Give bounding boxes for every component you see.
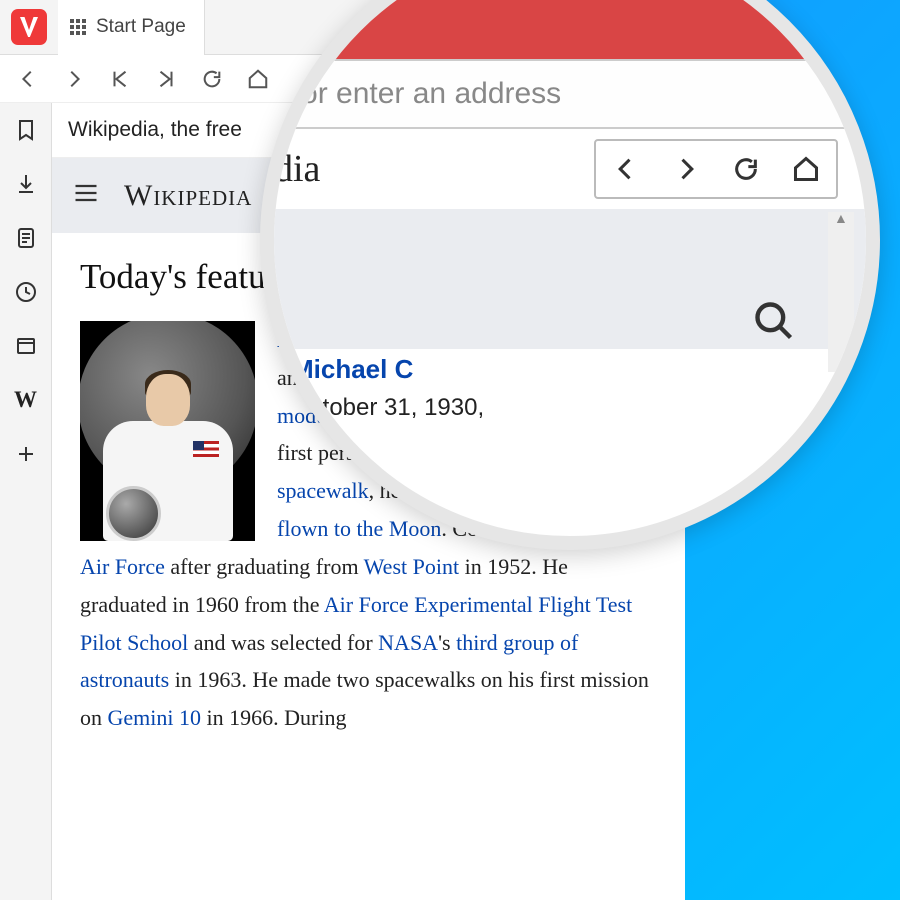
flag-patch-icon xyxy=(193,441,219,457)
fast-forward-button[interactable] xyxy=(154,67,178,91)
address-placeholder: h or enter an address xyxy=(276,77,561,111)
featured-image[interactable] xyxy=(80,321,255,541)
mag-back-button[interactable] xyxy=(596,141,656,197)
apps-grid-icon xyxy=(70,19,86,35)
add-panel-button[interactable] xyxy=(13,441,39,467)
mag-titlebar xyxy=(274,0,866,59)
notes-icon[interactable] xyxy=(13,225,39,251)
mag-forward-button[interactable] xyxy=(656,141,716,197)
scrollbar[interactable] xyxy=(828,212,854,372)
vivaldi-logo-icon[interactable] xyxy=(11,9,47,45)
link-gemini-10[interactable]: Gemini 10 xyxy=(108,705,202,730)
tab-strip: Start Page xyxy=(58,0,205,54)
hamburger-menu-icon[interactable] xyxy=(72,179,100,212)
mag-body-text: October 31, 1930, xyxy=(292,394,484,422)
magnifier-overlay: h or enter an address dia Michael C Octo… xyxy=(260,0,880,550)
mag-wiki-header xyxy=(274,209,866,349)
side-panel: W xyxy=(0,103,52,900)
breadcrumb-text: Wikipedia, the free xyxy=(68,118,242,142)
home-button[interactable] xyxy=(246,67,270,91)
mag-wordmark-fragment: dia xyxy=(274,147,320,191)
bookmarks-icon[interactable] xyxy=(13,117,39,143)
search-icon[interactable] xyxy=(752,299,796,348)
history-icon[interactable] xyxy=(13,279,39,305)
forward-button[interactable] xyxy=(62,67,86,91)
address-bar[interactable]: h or enter an address xyxy=(274,59,866,129)
link-west-point[interactable]: West Point xyxy=(364,554,459,579)
window-panel-icon[interactable] xyxy=(13,333,39,359)
mag-reload-button[interactable] xyxy=(716,141,776,197)
mag-toolbar-row: dia xyxy=(274,129,866,209)
wikipedia-wordmark[interactable]: Wikipedia xyxy=(124,179,252,213)
wikipedia-panel-icon[interactable]: W xyxy=(13,387,39,413)
mag-home-button[interactable] xyxy=(776,141,836,197)
back-button[interactable] xyxy=(16,67,40,91)
mag-link-michael[interactable]: Michael C xyxy=(292,354,413,385)
tab-label: Start Page xyxy=(96,16,186,38)
rewind-button[interactable] xyxy=(108,67,132,91)
link-nasa[interactable]: NASA xyxy=(378,630,438,655)
mag-nav-group xyxy=(594,139,838,199)
tab-start-page[interactable]: Start Page xyxy=(58,0,205,55)
downloads-icon[interactable] xyxy=(13,171,39,197)
reload-button[interactable] xyxy=(200,67,224,91)
